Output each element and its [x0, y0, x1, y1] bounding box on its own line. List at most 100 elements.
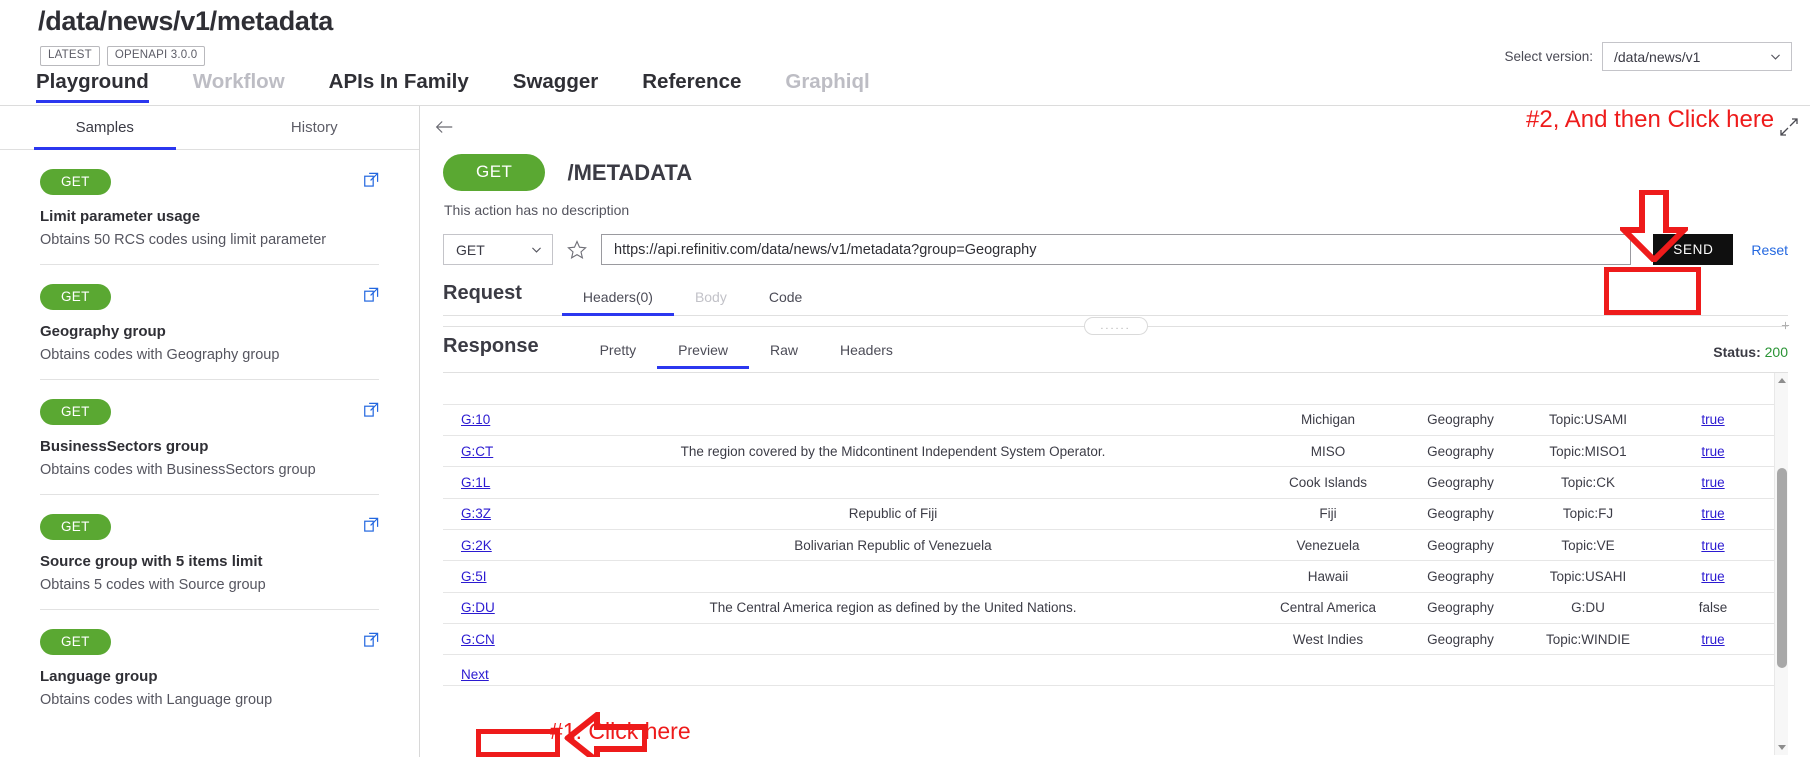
method-select-value: GET	[456, 241, 485, 258]
next-page-link[interactable]: Next	[461, 667, 489, 682]
row-name: Fiji	[1319, 506, 1337, 522]
nav-tab-playground[interactable]: Playground	[36, 70, 171, 103]
sample-description: Obtains codes with BusinessSectors group	[40, 462, 316, 478]
row-description	[533, 467, 1253, 498]
sidebar: Samples History GET Limit parameter usag…	[0, 106, 420, 757]
row-name: Cook Islands	[1288, 475, 1368, 491]
request-section-tabs: Request Headers(0) Body Code	[443, 282, 1788, 316]
tab-request-headers[interactable]: Headers(0)	[561, 289, 674, 316]
pagination-row: Next	[443, 655, 1774, 686]
list-item[interactable]: GET Source group with 5 items limit Obta…	[40, 495, 379, 610]
row-flag-link[interactable]: true	[1701, 506, 1724, 521]
scroll-up-icon[interactable]	[1777, 376, 1787, 386]
back-arrow-icon[interactable]	[433, 116, 455, 138]
chevron-down-icon	[532, 247, 541, 253]
status-badge: Status: 200	[1713, 344, 1788, 360]
request-label: Request	[443, 282, 522, 304]
external-link-icon[interactable]	[364, 172, 379, 187]
operation-description: This action has no description	[444, 202, 630, 218]
list-item[interactable]: GET Geography group Obtains codes with G…	[40, 265, 379, 380]
row-description: Republic of Fiji	[848, 506, 938, 522]
tab-response-raw[interactable]: Raw	[749, 342, 819, 368]
tab-response-pretty[interactable]: Pretty	[579, 342, 658, 368]
tab-response-preview[interactable]: Preview	[657, 342, 749, 369]
table-row[interactable]: G:CT The region covered by the Midcontin…	[443, 436, 1774, 467]
tab-request-body[interactable]: Body	[674, 289, 748, 315]
sample-description: Obtains codes with Language group	[40, 692, 273, 708]
operation-method-badge: GET	[443, 154, 546, 191]
row-code-link[interactable]: G:2K	[461, 538, 492, 553]
favorite-star-icon[interactable]	[567, 239, 587, 260]
list-item[interactable]: GET Language group Obtains codes with La…	[40, 610, 379, 724]
row-group: Geography	[1427, 412, 1494, 428]
row-code-link[interactable]: G:CT	[461, 444, 493, 459]
scrollbar-thumb[interactable]	[1777, 468, 1787, 668]
annotation-step-2-text: #2, And then Click here	[1526, 106, 1775, 133]
row-flag-link[interactable]: true	[1701, 412, 1724, 427]
row-description: The region covered by the Midcontinent I…	[680, 443, 1106, 459]
tab-request-code[interactable]: Code	[748, 289, 823, 315]
operation-path: /METADATA	[567, 159, 693, 185]
response-body: G:10 Michigan Geography Topic:USAMI true…	[443, 372, 1788, 755]
row-flag-link[interactable]: true	[1701, 569, 1724, 584]
row-code-link[interactable]: G:3Z	[461, 506, 491, 521]
url-input[interactable]: https://api.refinitiv.com/data/news/v1/m…	[601, 234, 1632, 265]
sidebar-tab-samples[interactable]: Samples	[0, 106, 210, 150]
method-select[interactable]: GET	[443, 234, 553, 265]
row-flag-link[interactable]: true	[1701, 632, 1724, 647]
row-flag-link[interactable]: true	[1701, 538, 1724, 553]
table-row[interactable]: G:3Z Republic of Fiji Fiji Geography Top…	[443, 498, 1774, 530]
row-description	[533, 623, 1253, 654]
row-flag-link[interactable]: true	[1701, 444, 1724, 459]
table-row[interactable]: G:1L Cook Islands Geography Topic:CK tru…	[443, 467, 1774, 499]
row-code-link[interactable]: G:10	[461, 412, 490, 427]
row-code-link[interactable]: G:1L	[461, 475, 490, 490]
row-code-link[interactable]: G:5I	[461, 569, 487, 584]
vertical-scrollbar[interactable]	[1774, 373, 1788, 755]
table-row[interactable]: G:DU The Central America region as defin…	[443, 592, 1774, 624]
table-row[interactable]: G:2K Bolivarian Republic of Venezuela Ve…	[443, 529, 1774, 561]
row-name: MISO	[1310, 443, 1346, 459]
nav-tab-workflow[interactable]: Workflow	[171, 70, 307, 103]
row-group: Geography	[1427, 568, 1494, 584]
row-topic: Topic:CK	[1560, 475, 1616, 491]
badge-latest: LATEST	[40, 46, 100, 66]
row-code-link[interactable]: G:DU	[461, 600, 495, 615]
nav-tab-apis-in-family[interactable]: APIs In Family	[307, 70, 491, 103]
response-section-tabs: Response Pretty Preview Raw Headers	[443, 335, 1788, 369]
main-panel: GET /METADATA This action has no descrip…	[421, 106, 1810, 757]
sample-list: GET Limit parameter usage Obtains 50 RCS…	[0, 150, 419, 724]
row-topic: Topic:USAHI	[1549, 568, 1627, 584]
list-item[interactable]: GET BusinessSectors group Obtains codes …	[40, 380, 379, 495]
row-name: Venezuela	[1296, 537, 1360, 553]
sidebar-tab-history[interactable]: History	[210, 106, 420, 149]
external-link-icon[interactable]	[364, 517, 379, 532]
nav-tab-reference[interactable]: Reference	[620, 70, 763, 103]
page-title: /data/news/v1/metadata	[38, 6, 334, 36]
sample-method-badge: GET	[40, 169, 111, 195]
version-select[interactable]: /data/news/v1	[1602, 42, 1792, 71]
row-topic: Topic:WINDIE	[1545, 631, 1630, 647]
tab-response-headers[interactable]: Headers	[819, 342, 914, 368]
table-row[interactable]: G:5I Hawaii Geography Topic:USAHI true 0	[443, 561, 1774, 593]
external-link-icon[interactable]	[364, 632, 379, 647]
table-row[interactable]: G:10 Michigan Geography Topic:USAMI true…	[443, 404, 1774, 436]
row-code-link[interactable]: G:CN	[461, 632, 495, 647]
external-link-icon[interactable]	[364, 402, 379, 417]
row-flag-link[interactable]: true	[1701, 475, 1724, 490]
status-label: Status:	[1713, 344, 1761, 360]
sample-method-badge: GET	[40, 399, 111, 425]
table-row[interactable]: G:CN West Indies Geography Topic:WINDIE …	[443, 623, 1774, 655]
scroll-down-icon[interactable]	[1777, 742, 1787, 752]
sample-title: Geography group	[40, 323, 166, 340]
nav-tab-graphiql[interactable]: Graphiql	[763, 70, 891, 103]
resize-grip[interactable]: ......	[1083, 317, 1148, 335]
reset-link[interactable]: Reset	[1751, 242, 1788, 258]
nav-tab-swagger[interactable]: Swagger	[491, 70, 620, 103]
external-link-icon[interactable]	[364, 287, 379, 302]
row-topic: Topic:VE	[1561, 537, 1615, 553]
list-item[interactable]: GET Limit parameter usage Obtains 50 RCS…	[40, 150, 379, 265]
sample-method-badge: GET	[40, 514, 111, 540]
version-label: Select version:	[1504, 49, 1593, 64]
divider-end-icon[interactable]	[1781, 321, 1790, 330]
